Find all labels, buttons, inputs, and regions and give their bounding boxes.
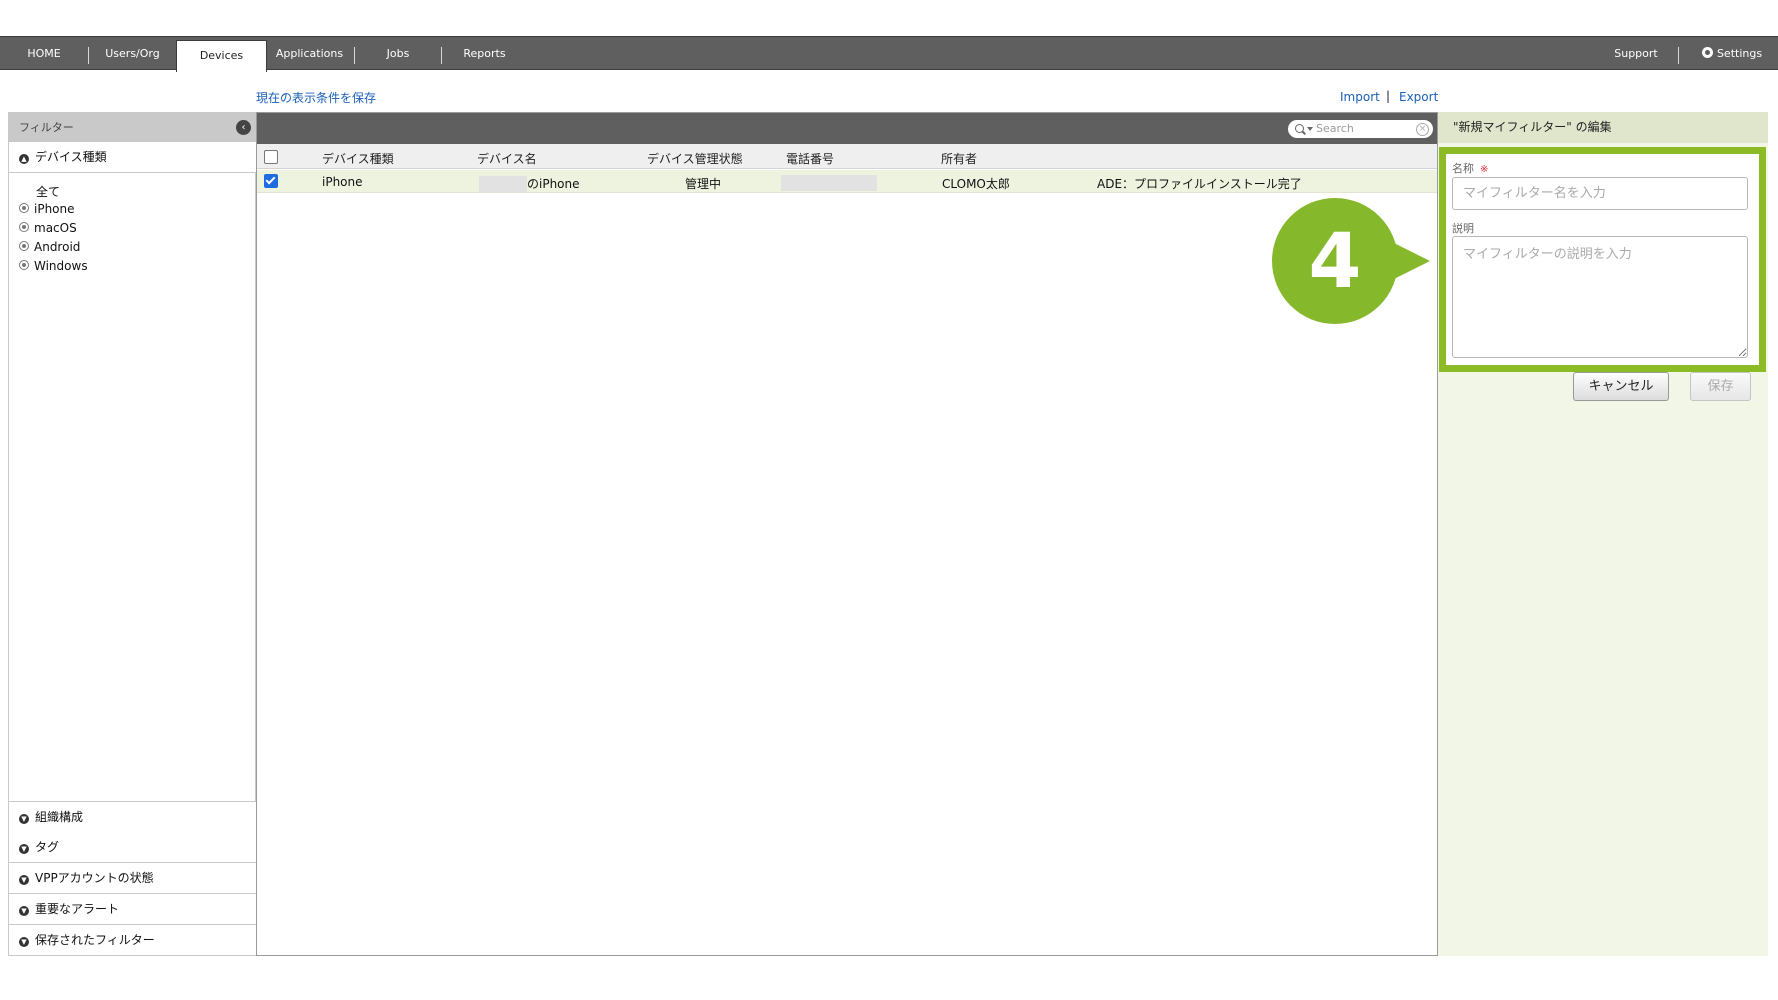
chevron-left-circle-icon[interactable]: ‹ bbox=[236, 120, 251, 135]
nav-settings-link[interactable]: Settings bbox=[1690, 37, 1774, 70]
edit-panel-header: "新規マイフィルター" の編集 bbox=[1438, 112, 1768, 143]
filter-section-saved[interactable]: ▼ 保存されたフィルター bbox=[9, 925, 265, 955]
device-type-windows[interactable]: Windows bbox=[19, 259, 88, 273]
search-placeholder: Search bbox=[1316, 122, 1354, 135]
chevron-down-circle-icon: ▼ bbox=[19, 906, 29, 916]
name-label: 名称 ※ bbox=[1452, 160, 1488, 176]
step-number-badge: 4 bbox=[1272, 198, 1398, 324]
chevron-up-circle-icon: ▲ bbox=[19, 154, 29, 164]
section-label: デバイス種類 bbox=[35, 150, 107, 164]
gear-icon bbox=[1701, 47, 1713, 58]
save-view-link[interactable]: 現在の表示条件を保存 bbox=[256, 89, 376, 106]
device-type-label: Windows bbox=[34, 259, 88, 273]
device-type-label: macOS bbox=[34, 221, 77, 235]
select-all-checkbox[interactable] bbox=[264, 150, 278, 164]
chevron-down-circle-icon: ▼ bbox=[19, 814, 29, 824]
section-label: 保存されたフィルター bbox=[35, 933, 155, 947]
grid-toolbar: Search × bbox=[257, 113, 1437, 144]
section-label: 重要なアラート bbox=[35, 902, 120, 916]
import-link[interactable]: Import bbox=[1340, 90, 1380, 104]
save-button[interactable]: 保存 bbox=[1690, 372, 1751, 401]
required-mark: ※ bbox=[1480, 164, 1489, 175]
filter-form-highlight: 名称 ※ 説明 bbox=[1439, 147, 1766, 372]
radio-icon bbox=[19, 203, 29, 213]
filter-title: フィルター bbox=[19, 121, 74, 134]
description-label: 説明 bbox=[1452, 222, 1474, 235]
chevron-down-circle-icon: ▼ bbox=[19, 937, 29, 947]
filter-section-alerts[interactable]: ▼ 重要なアラート bbox=[9, 894, 265, 925]
chevron-down-circle-icon: ▼ bbox=[19, 844, 29, 854]
column-header-status[interactable]: デバイス管理状態 bbox=[647, 150, 743, 167]
nav-tab-home[interactable]: HOME bbox=[0, 37, 88, 70]
device-name-text: のiPhone bbox=[527, 177, 580, 191]
filter-section-device-type[interactable]: ▲ デバイス種類 bbox=[9, 142, 265, 173]
device-type-label: Android bbox=[34, 240, 81, 254]
radio-icon bbox=[19, 222, 29, 232]
filter-panel: フィルター ‹ ▲ デバイス種類 全て iPhone macOS Android … bbox=[8, 112, 265, 956]
link-separator: | bbox=[1386, 89, 1391, 103]
column-header-owner[interactable]: 所有者 bbox=[941, 150, 977, 167]
device-type-label: iPhone bbox=[34, 202, 75, 216]
search-dropdown-icon[interactable] bbox=[1307, 127, 1313, 131]
column-header-device-type[interactable]: デバイス種類 bbox=[322, 150, 394, 167]
filter-section-vpp[interactable]: ▼ VPPアカウントの状態 bbox=[9, 863, 265, 894]
search-input[interactable]: Search × bbox=[1288, 120, 1433, 138]
grid-header: デバイス種類 デバイス名 デバイス管理状態 電話番号 所有者 bbox=[257, 144, 1437, 169]
nav-tab-reports[interactable]: Reports bbox=[442, 37, 527, 70]
nav-support-link[interactable]: Support bbox=[1594, 37, 1678, 70]
device-type-all[interactable]: 全て bbox=[36, 183, 60, 200]
nav-separator bbox=[1678, 47, 1679, 64]
filter-header: フィルター ‹ bbox=[9, 113, 255, 142]
clear-icon[interactable]: × bbox=[1416, 123, 1429, 136]
filter-section-org[interactable]: ▼ 組織構成 bbox=[9, 801, 265, 833]
nav-tab-users-org[interactable]: Users/Org bbox=[89, 37, 176, 70]
section-label: タグ bbox=[35, 840, 60, 854]
nav-tab-jobs[interactable]: Jobs bbox=[355, 37, 441, 70]
cancel-button[interactable]: キャンセル bbox=[1573, 372, 1669, 401]
nav-tab-devices[interactable]: Devices bbox=[176, 40, 267, 72]
filter-name-input[interactable] bbox=[1452, 177, 1748, 210]
device-type-android[interactable]: Android bbox=[19, 240, 80, 254]
search-icon bbox=[1295, 124, 1304, 133]
name-label-text: 名称 bbox=[1452, 162, 1474, 175]
table-row[interactable]: iPhone のiPhone 管理中 CLOMO太郎 ADE：プロファイルインス… bbox=[257, 170, 1437, 193]
radio-icon bbox=[19, 260, 29, 270]
column-header-device-name[interactable]: デバイス名 bbox=[477, 150, 537, 167]
export-link[interactable]: Export bbox=[1399, 90, 1438, 104]
cell-note: ADE：プロファイルインストール完了 bbox=[1097, 177, 1302, 191]
device-type-iphone[interactable]: iPhone bbox=[19, 202, 75, 216]
cell-device-name: のiPhone bbox=[479, 175, 580, 192]
section-label: VPPアカウントの状態 bbox=[35, 871, 154, 885]
row-checkbox[interactable] bbox=[264, 174, 278, 188]
cell-status: 管理中 bbox=[685, 177, 722, 191]
cell-device-type: iPhone bbox=[322, 175, 363, 189]
device-type-macos[interactable]: macOS bbox=[19, 221, 77, 235]
settings-label: Settings bbox=[1716, 47, 1763, 60]
chevron-down-circle-icon: ▼ bbox=[19, 875, 29, 885]
device-grid: Search × デバイス種類 デバイス名 デバイス管理状態 電話番号 所有者 … bbox=[256, 112, 1438, 956]
radio-icon bbox=[19, 241, 29, 251]
filter-description-textarea[interactable] bbox=[1452, 236, 1748, 358]
nav-tab-applications[interactable]: Applications bbox=[265, 37, 354, 70]
redacted-text bbox=[781, 175, 877, 191]
filter-section-tag[interactable]: ▼ タグ bbox=[9, 832, 265, 863]
redacted-text bbox=[479, 176, 527, 192]
section-label: 組織構成 bbox=[35, 810, 84, 824]
cell-phone bbox=[781, 175, 877, 191]
cell-owner: CLOMO太郎 bbox=[942, 177, 1010, 191]
column-header-phone[interactable]: 電話番号 bbox=[786, 150, 834, 167]
top-nav-bar: HOME Users/Org Devices Applications Jobs… bbox=[0, 36, 1778, 72]
